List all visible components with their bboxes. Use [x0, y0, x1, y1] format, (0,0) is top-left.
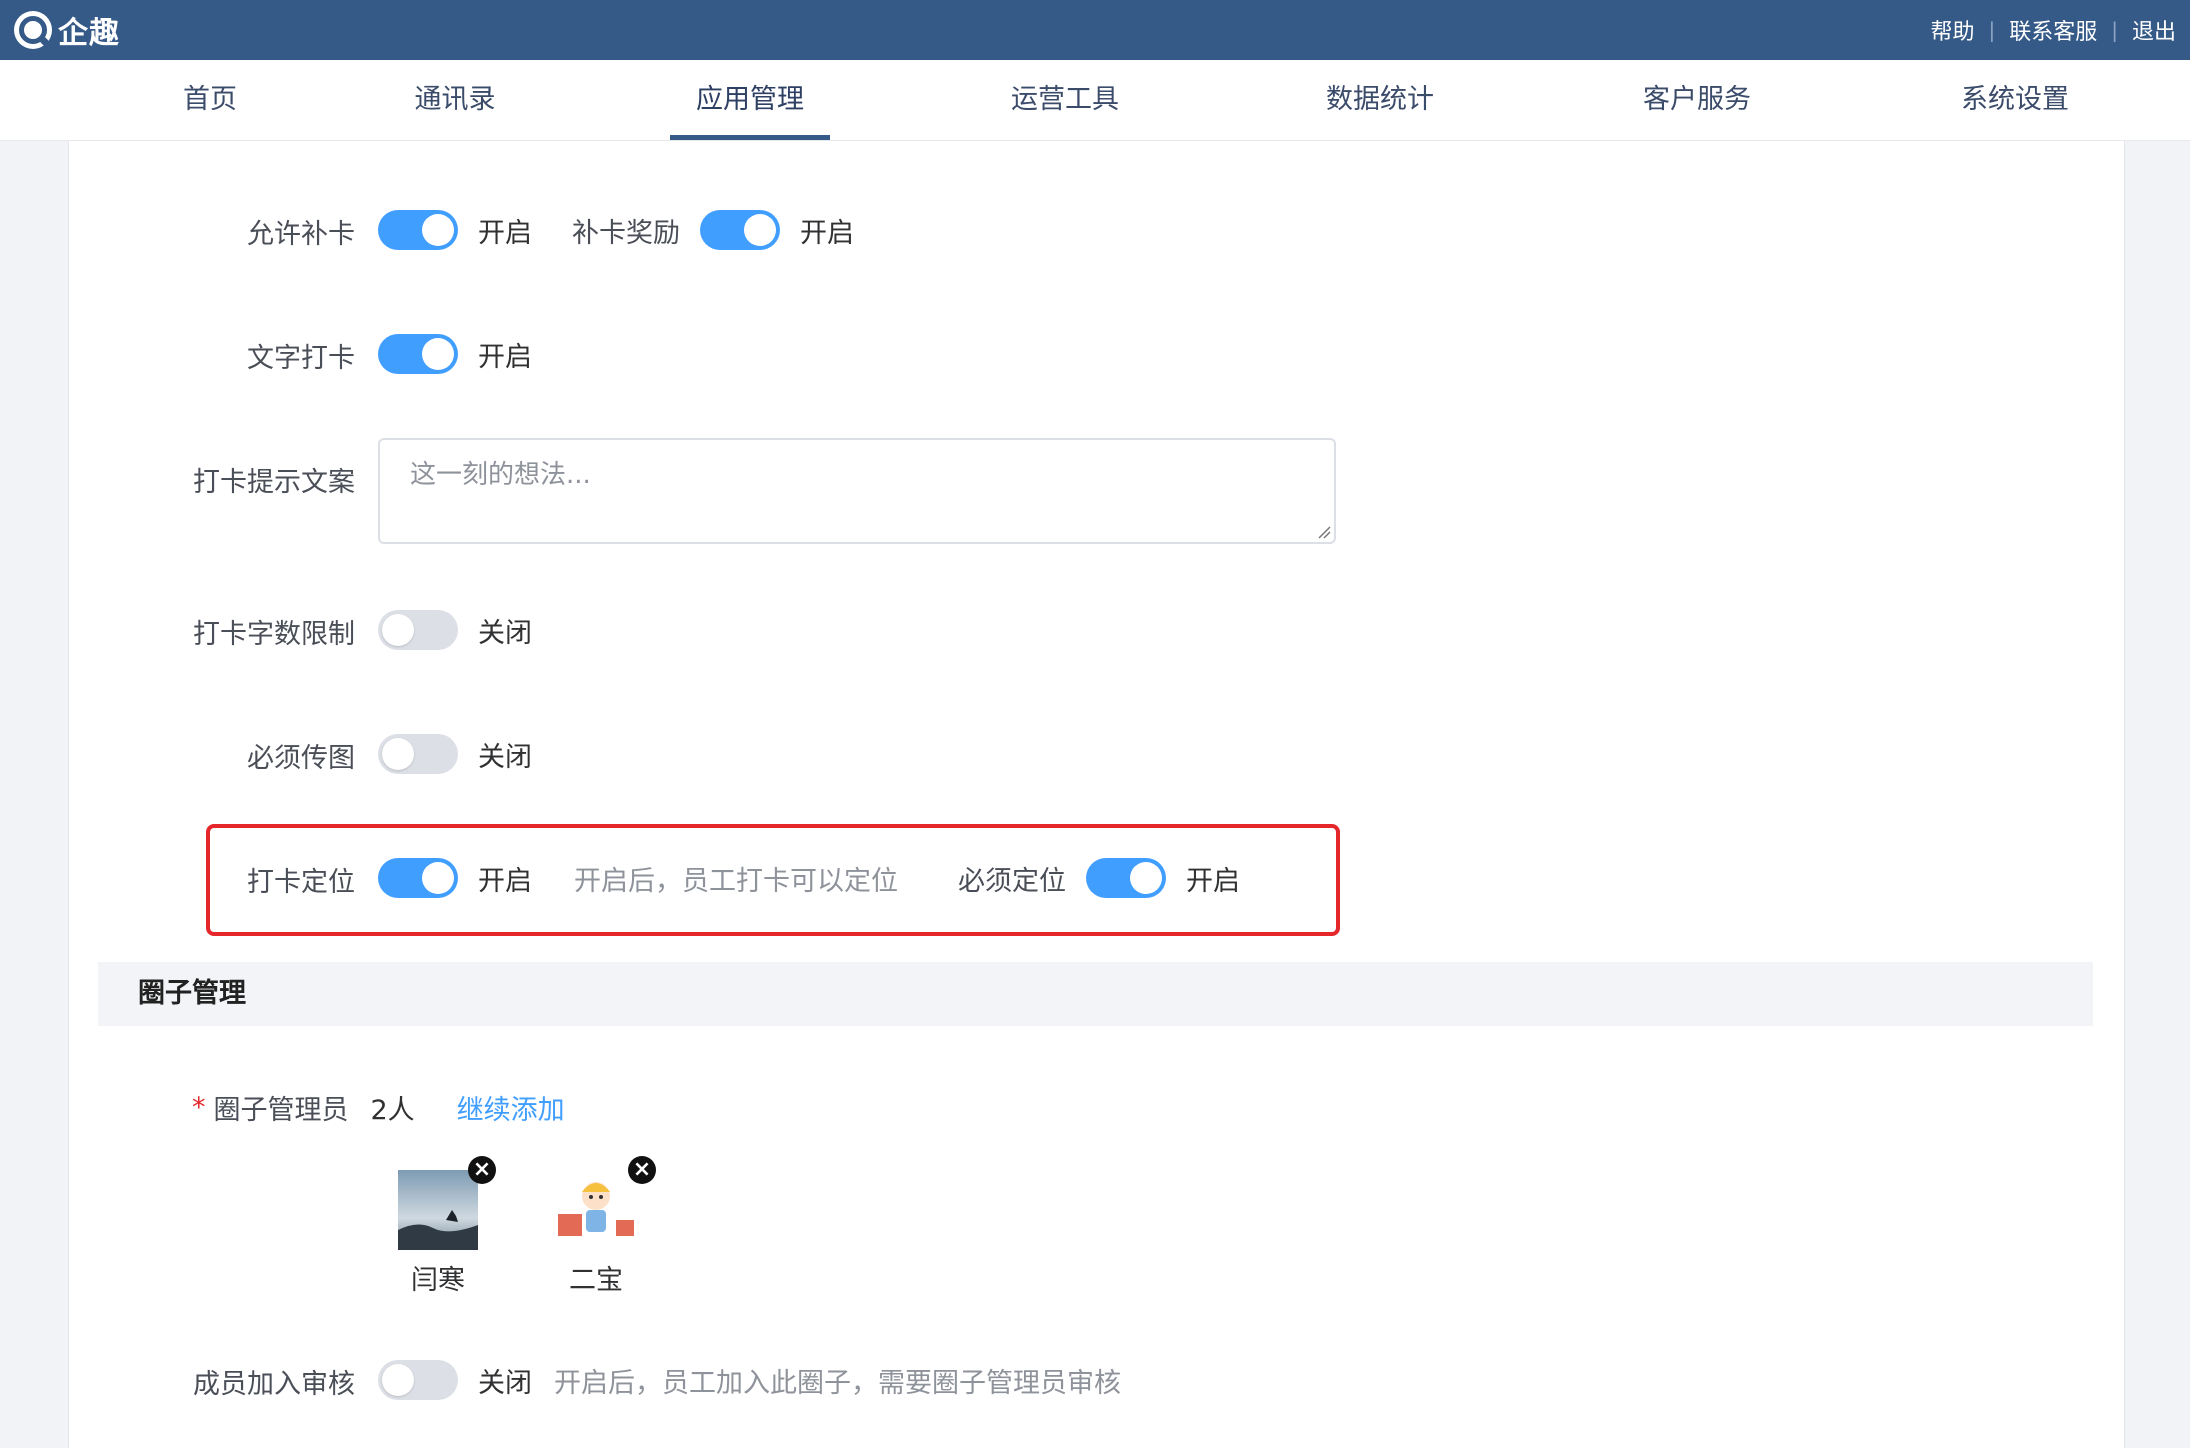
logout-link[interactable]: 退出 — [2132, 14, 2176, 46]
join-review-toggle[interactable] — [378, 1360, 458, 1400]
avatar — [556, 1170, 636, 1250]
text-checkin-label: 文字打卡 — [247, 343, 355, 374]
app-name: 企趣 — [58, 16, 120, 51]
require-location-toggle[interactable] — [1086, 858, 1166, 898]
main-nav: 首页 通讯录 应用管理 运营工具 数据统计 客户服务 系统设置 — [0, 60, 2190, 141]
allow-makeup-toggle[interactable] — [378, 210, 458, 250]
remove-admin-button[interactable]: × — [628, 1156, 656, 1184]
text-checkin-toggle[interactable] — [378, 334, 458, 374]
nav-data-statistics[interactable]: 数据统计 — [1305, 60, 1455, 140]
word-limit-toggle[interactable] — [378, 610, 458, 650]
settings-panel — [68, 141, 2125, 1448]
text-checkin-state: 开启 — [478, 341, 532, 373]
location-hint: 开启后，员工打卡可以定位 — [574, 865, 898, 897]
nav-customer-service[interactable]: 客户服务 — [1622, 60, 1772, 140]
require-location-state: 开启 — [1186, 865, 1240, 897]
top-bar: 企趣 帮助 | 联系客服 | 退出 — [0, 0, 2190, 60]
nav-system-settings[interactable]: 系统设置 — [1940, 60, 2090, 140]
prompt-text-input[interactable]: 这一刻的想法... — [378, 438, 1336, 544]
admin-name: 二宝 — [569, 1265, 623, 1296]
prompt-text-placeholder: 这一刻的想法... — [410, 460, 591, 490]
require-location-label: 必须定位 — [958, 865, 1066, 897]
location-toggle[interactable] — [378, 858, 458, 898]
top-links: 帮助 | 联系客服 | 退出 — [1930, 0, 2176, 60]
join-review-hint: 开启后，员工加入此圈子，需要圈子管理员审核 — [554, 1367, 1121, 1399]
require-image-label: 必须传图 — [247, 743, 355, 774]
require-image-state: 关闭 — [478, 741, 532, 773]
contact-support-link[interactable]: 联系客服 — [2009, 14, 2097, 46]
require-image-toggle[interactable] — [378, 734, 458, 774]
link-separator: | — [2111, 18, 2118, 42]
word-limit-label: 打卡字数限制 — [193, 619, 355, 650]
makeup-reward-label: 补卡奖励 — [572, 217, 680, 249]
word-limit-state: 关闭 — [478, 617, 532, 649]
location-label: 打卡定位 — [247, 867, 355, 898]
circle-admin-label: 圈子管理员 — [213, 1095, 349, 1126]
link-separator: | — [1988, 18, 1996, 42]
remove-admin-button[interactable]: × — [468, 1156, 496, 1184]
makeup-reward-toggle[interactable] — [700, 210, 780, 250]
nav-contacts[interactable]: 通讯录 — [395, 60, 515, 140]
circle-admin-count: 2人 — [370, 1095, 415, 1126]
resize-grip-icon[interactable] — [1317, 525, 1331, 539]
location-state: 开启 — [478, 865, 532, 897]
app-logo[interactable]: 企趣 — [14, 10, 120, 51]
required-mark: * — [192, 1092, 206, 1123]
scrollbar-track[interactable] — [2170, 141, 2190, 1448]
nav-app-management[interactable]: 应用管理 — [670, 60, 830, 140]
prompt-text-label: 打卡提示文案 — [193, 467, 355, 498]
allow-makeup-label: 允许补卡 — [247, 219, 355, 250]
add-admin-link[interactable]: 继续添加 — [457, 1088, 565, 1127]
admin-name: 闫寒 — [411, 1265, 465, 1296]
join-review-label: 成员加入审核 — [193, 1369, 355, 1400]
help-link[interactable]: 帮助 — [1930, 14, 1974, 46]
join-review-state: 关闭 — [478, 1367, 532, 1399]
allow-makeup-state: 开启 — [478, 217, 532, 249]
nav-operation-tools[interactable]: 运营工具 — [990, 60, 1140, 140]
avatar — [398, 1170, 478, 1250]
circle-section-title: 圈子管理 — [98, 962, 2093, 1026]
logo-icon — [14, 11, 52, 49]
nav-home[interactable]: 首页 — [160, 60, 260, 140]
makeup-reward-state: 开启 — [800, 217, 854, 249]
